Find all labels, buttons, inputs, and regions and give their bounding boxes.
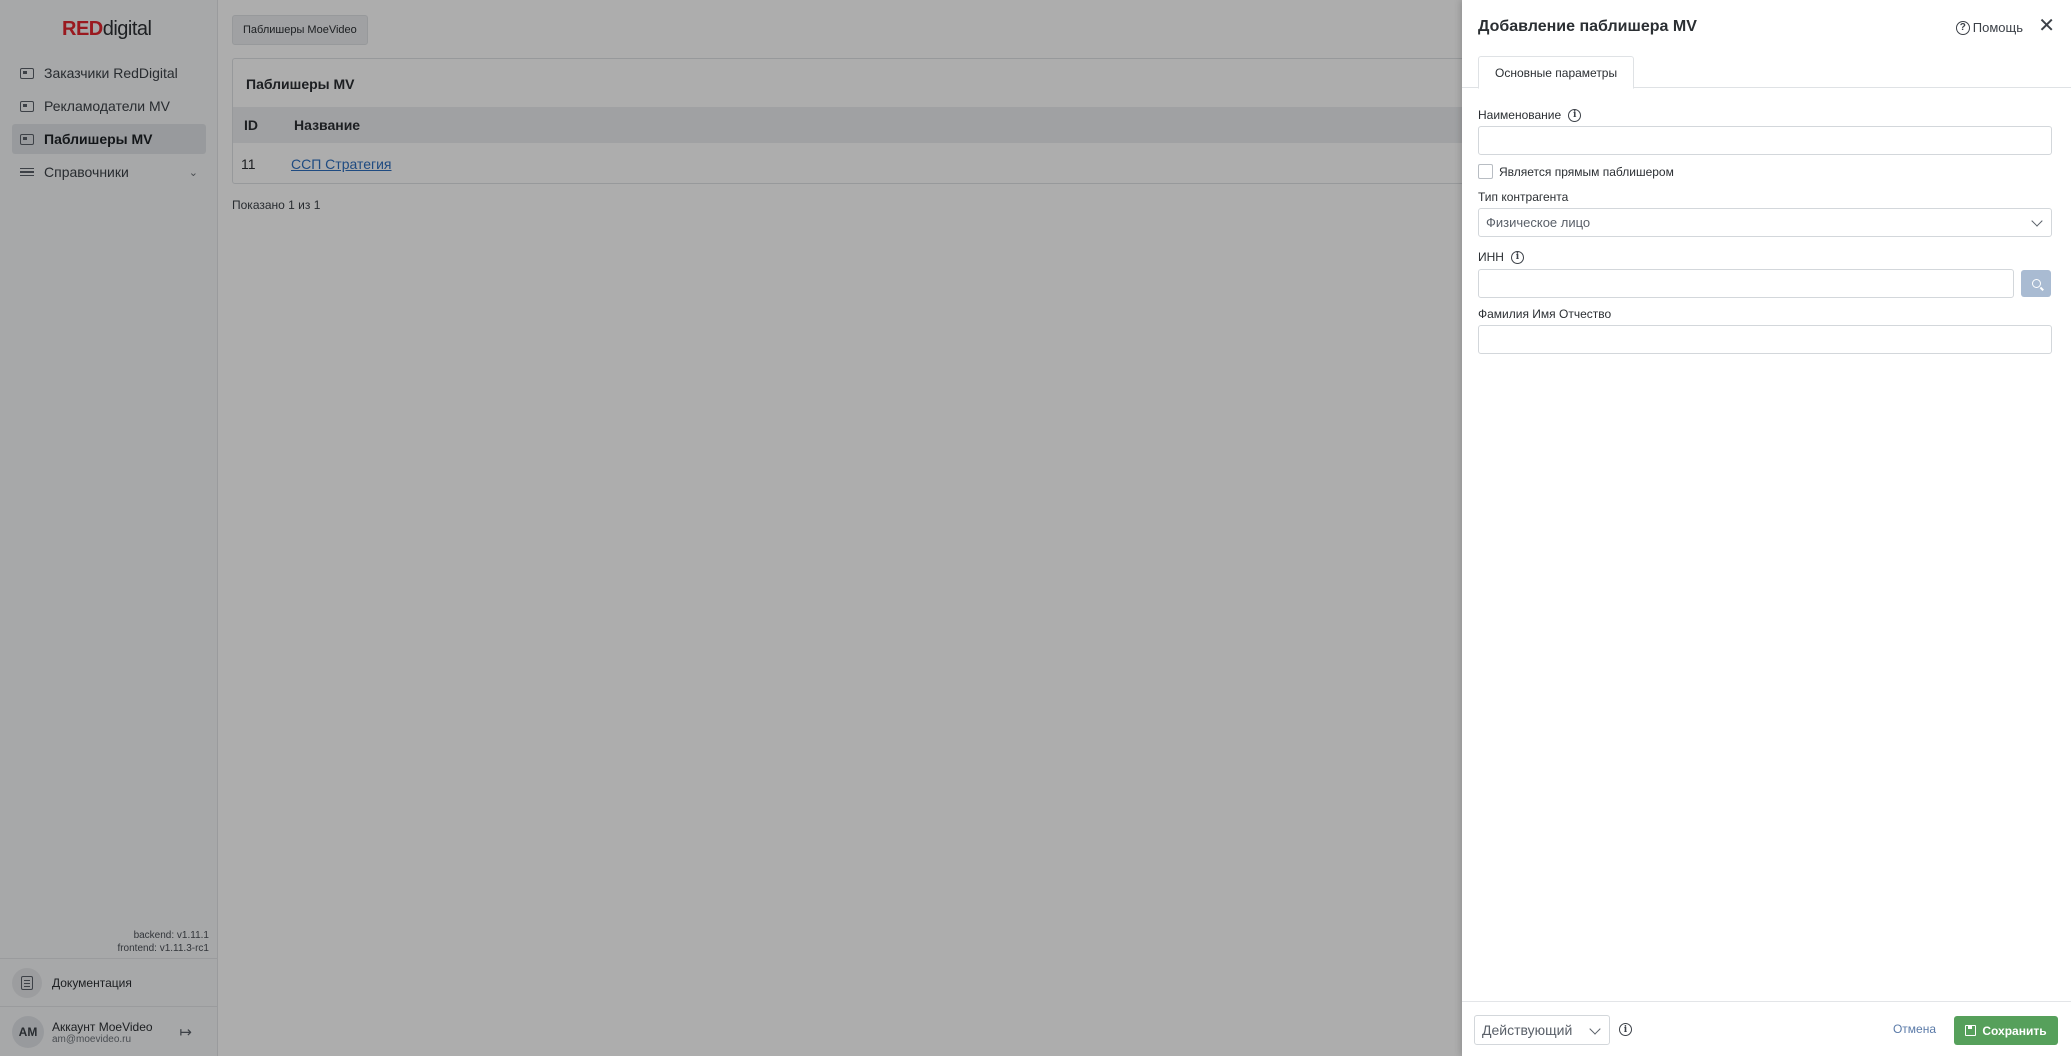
inn-label-text: ИНН <box>1478 250 1504 264</box>
fio-field-label: Фамилия Имя Отчество <box>1478 307 1611 321</box>
save-label: Сохранить <box>1982 1023 2047 1038</box>
modal-backdrop[interactable] <box>0 0 1462 1056</box>
chevron-down-icon <box>1589 1023 1601 1035</box>
contractor-type-select[interactable]: Физическое лицо <box>1478 208 2052 237</box>
help-label: Помощь <box>1972 20 2023 35</box>
drawer-footer: Действующий i Отмена Сохранить <box>1462 1001 2071 1056</box>
contractor-type-label-text: Тип контрагента <box>1478 190 1569 204</box>
inn-input[interactable] <box>1478 269 2014 298</box>
direct-publisher-checkbox[interactable] <box>1478 164 1493 179</box>
search-icon <box>2031 279 2041 288</box>
chevron-down-icon <box>2031 215 2043 227</box>
direct-publisher-checkbox-row[interactable]: Является прямым паблишером <box>1478 164 1674 179</box>
name-label-text: Наименование <box>1478 108 1562 122</box>
fio-label-text: Фамилия Имя Отчество <box>1478 307 1612 321</box>
name-input[interactable] <box>1478 126 2052 155</box>
save-button[interactable]: Сохранить <box>1954 1016 2058 1045</box>
drawer-tabs: Основные параметры <box>1462 56 2071 89</box>
name-field-label: Наименование i <box>1478 108 1582 122</box>
inn-field-label: ИНН i <box>1478 250 1524 264</box>
cancel-button[interactable]: Отмена <box>1893 1022 1936 1036</box>
floppy-disk-icon <box>1965 1025 1977 1036</box>
contractor-type-label: Тип контрагента <box>1478 190 1568 204</box>
add-publisher-drawer: Добавление паблишера MV ? Помощь ✕ Основ… <box>1462 0 2071 1056</box>
tab-main-params[interactable]: Основные параметры <box>1478 56 1635 89</box>
direct-publisher-label: Является прямым паблишером <box>1499 164 1674 179</box>
status-select[interactable]: Действующий <box>1474 1015 1610 1045</box>
info-icon[interactable]: i <box>1568 108 1582 122</box>
status-value: Действующий <box>1482 1022 1573 1038</box>
info-icon[interactable]: i <box>1619 1023 1632 1036</box>
info-icon[interactable]: i <box>1510 250 1524 264</box>
close-icon[interactable]: ✕ <box>2038 16 2055 36</box>
help-icon: ? <box>1955 20 1970 35</box>
drawer-title: Добавление паблишера MV <box>1478 18 1697 35</box>
help-button[interactable]: ? Помощь <box>1955 20 2023 35</box>
contractor-type-value: Физическое лицо <box>1486 215 1591 230</box>
fio-input[interactable] <box>1478 325 2052 354</box>
inn-search-button[interactable] <box>2021 270 2051 297</box>
